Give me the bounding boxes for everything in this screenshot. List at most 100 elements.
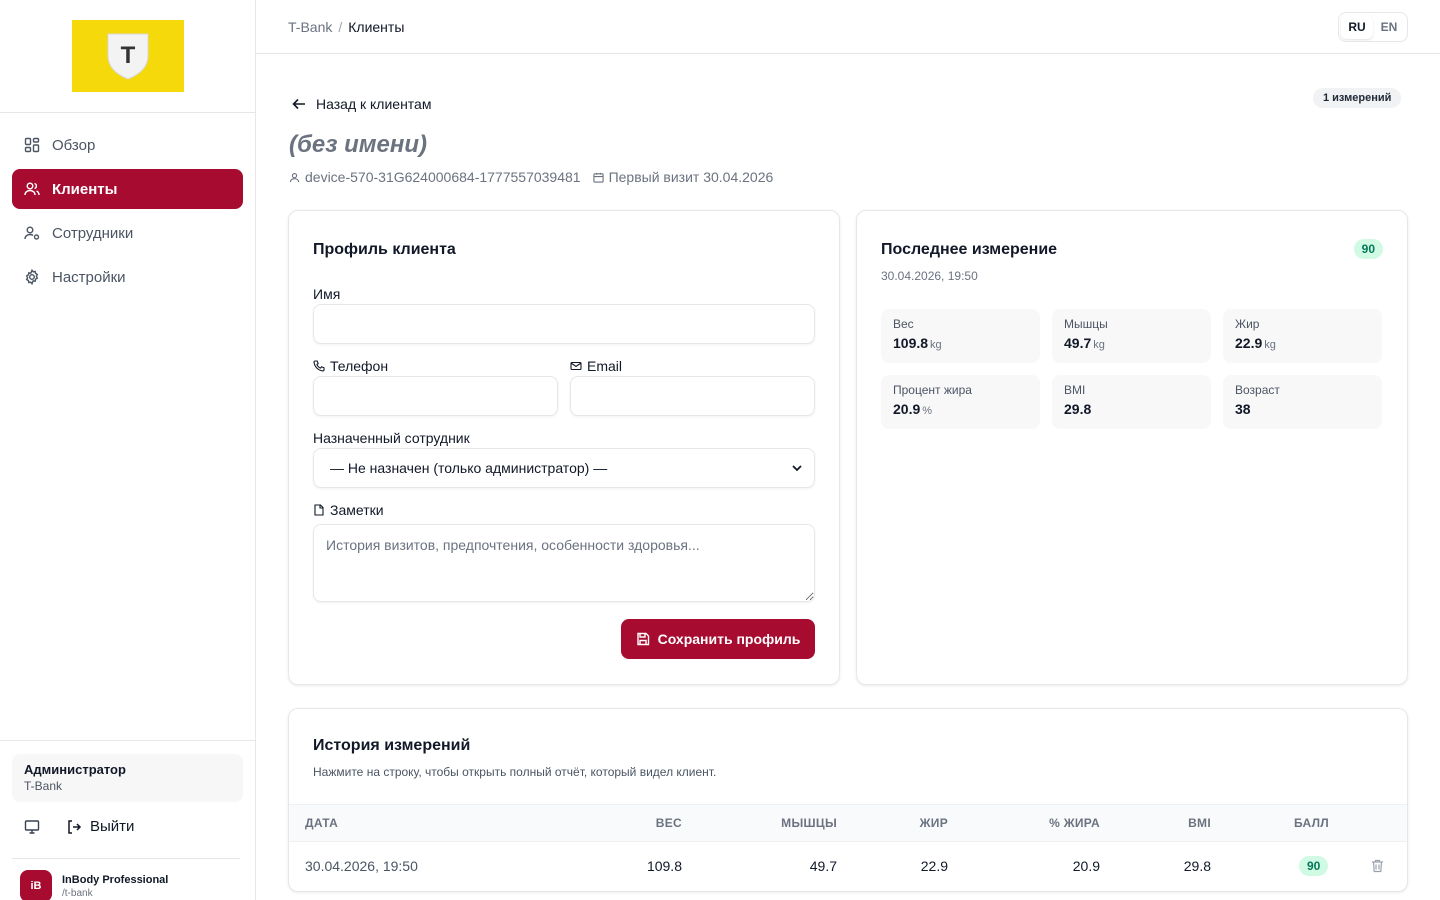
sidebar: T Обзор Клиенты Сотрудники Настройки Адм… — [0, 0, 256, 900]
client-meta: device-570-31G624000684-1777557039481 Пе… — [289, 169, 785, 185]
footer-divider — [12, 858, 240, 859]
metric-weight: Вес 109.8 kg — [881, 309, 1040, 363]
score-badge: 90 — [1299, 856, 1329, 876]
metric-number: 109.8 — [893, 335, 929, 351]
breadcrumb-separator: / — [338, 18, 343, 35]
lang-en-button[interactable]: EN — [1373, 15, 1405, 39]
metric-label: BMI — [1064, 383, 1086, 397]
email-input[interactable] — [570, 376, 815, 416]
profile-card-title: Профиль клиента — [313, 241, 456, 258]
staff-selected-value: — Не назначен (только администратор) — — [330, 460, 608, 476]
device-id-item: device-570-31G624000684-1777557039481 — [289, 169, 581, 185]
metric-unit: kg — [930, 339, 942, 351]
mail-icon — [570, 361, 582, 371]
notes-textarea[interactable] — [313, 524, 815, 602]
metric-bmi: BMI 29.8 — [1052, 375, 1211, 429]
metric-unit: % — [922, 405, 933, 417]
phone-label-text: Телефон — [330, 358, 389, 374]
column-header-weight: ВЕС — [655, 816, 682, 830]
table-row[interactable]: 30.04.2026, 19:50 109.8 49.7 22.9 20.9 2… — [289, 842, 1407, 890]
save-profile-button[interactable]: Сохранить профиль — [621, 619, 815, 659]
measurements-count-badge: 1 измерений — [1313, 88, 1402, 108]
brand-slug: /t-bank — [62, 888, 93, 899]
chevron-down-icon — [792, 464, 802, 471]
sidebar-item-settings[interactable]: Настройки — [12, 257, 243, 297]
table-header: ДАТА ВЕС МЫШЦЫ ЖИР % ЖИРА BMI БАЛЛ — [289, 804, 1407, 842]
column-header-date: ДАТА — [305, 816, 339, 830]
lang-ru-button[interactable]: RU — [1341, 15, 1373, 39]
metric-unit: kg — [1093, 339, 1105, 351]
column-header-fat: ЖИР — [919, 816, 948, 830]
sidebar-divider — [0, 740, 256, 741]
logout-icon — [68, 819, 82, 834]
device-id: device-570-31G624000684-1777557039481 — [305, 169, 581, 185]
calendar-icon — [592, 172, 604, 183]
name-label: Имя — [313, 286, 341, 302]
sidebar-item-overview[interactable]: Обзор — [12, 125, 243, 165]
first-visit: Первый визит 30.04.2026 — [608, 169, 774, 185]
language-switcher: RU EN — [1338, 12, 1408, 42]
admin-org: T-Bank — [24, 779, 63, 793]
column-header-bmi: BMI — [1188, 816, 1211, 830]
metric-number: 38 — [1235, 401, 1251, 417]
monitor-icon[interactable] — [24, 819, 40, 835]
sidebar-item-staff[interactable]: Сотрудники — [12, 213, 243, 253]
phone-icon — [313, 360, 325, 372]
email-label-text: Email — [587, 358, 623, 374]
column-header-score: БАЛЛ — [1294, 816, 1330, 830]
note-icon — [314, 504, 324, 516]
admin-info: Администратор T-Bank — [12, 754, 243, 802]
dashboard-icon — [24, 137, 40, 153]
metric-number: 29.8 — [1064, 401, 1092, 417]
brand-badge: iB — [20, 870, 52, 900]
staff-icon — [24, 225, 40, 241]
sidebar-item-label: Клиенты — [52, 180, 118, 198]
cell-fat: 22.9 — [920, 858, 948, 874]
phone-input[interactable] — [313, 376, 558, 416]
last-measurement-card: Последнее измерение 90 30.04.2026, 19:50… — [856, 210, 1408, 685]
name-input[interactable] — [313, 304, 815, 344]
metric-unit: kg — [1264, 339, 1276, 351]
metric-label: Мышцы — [1064, 317, 1108, 331]
breadcrumb: T-Bank / Клиенты — [288, 19, 404, 35]
back-to-clients-link[interactable]: Назад к клиентам — [292, 96, 431, 112]
column-header-muscle: МЫШЦЫ — [781, 816, 837, 830]
delete-row-button[interactable] — [1371, 842, 1384, 890]
history-title: История измерений — [313, 737, 471, 754]
breadcrumb-root[interactable]: T-Bank — [288, 19, 332, 35]
sidebar-item-clients[interactable]: Клиенты — [12, 169, 243, 209]
users-icon — [24, 181, 40, 197]
metric-label: Вес — [893, 317, 914, 331]
metrics-grid: Вес 109.8 kg Мышцы 49.7 kg Жир 22.9 kg Проц… — [881, 309, 1382, 429]
tbank-logo[interactable]: T — [71, 20, 184, 92]
trash-icon — [1372, 859, 1383, 873]
sidebar-item-label: Настройки — [52, 268, 126, 286]
history-table: ДАТА ВЕС МЫШЦЫ ЖИР % ЖИРА BMI БАЛЛ 30.04… — [289, 804, 1407, 890]
save-profile-label: Сохранить профиль — [657, 631, 801, 647]
staff-select[interactable]: — Не назначен (только администратор) — — [313, 448, 815, 488]
arrow-left-icon — [292, 98, 305, 110]
logout-button[interactable]: Выйти — [66, 818, 134, 835]
sidebar-nav: Обзор Клиенты Сотрудники Настройки — [0, 113, 255, 313]
cell-fat-percent: 20.9 — [1072, 858, 1100, 874]
cell-date: 30.04.2026, 19:50 — [305, 858, 418, 874]
cell-weight: 109.8 — [646, 858, 682, 874]
metric-number: 49.7 — [1064, 335, 1092, 351]
metric-value: 20.9% — [893, 401, 1028, 417]
last-measurement-title: Последнее измерение — [881, 241, 1058, 258]
metric-label: Жир — [1235, 317, 1260, 331]
staff-label: Назначенный сотрудник — [313, 430, 470, 446]
column-header-fat-percent: % ЖИРА — [1049, 816, 1100, 830]
notes-label-text: Заметки — [330, 502, 384, 518]
metric-number: 20.9 — [893, 401, 921, 417]
phone-label: Телефон — [313, 358, 388, 374]
brand-footer: iB InBody Professional /t-bank — [20, 870, 168, 900]
history-card: История измерений Нажмите на строку, что… — [288, 708, 1408, 892]
admin-role: Администратор — [24, 762, 126, 777]
breadcrumb-current: Клиенты — [348, 18, 405, 35]
metric-fat: Жир 22.9 kg — [1223, 309, 1382, 363]
metric-value: 109.8 kg — [893, 335, 1028, 351]
gear-icon — [24, 269, 40, 285]
profile-card: Профиль клиента Имя Телефон Email Назнач… — [288, 210, 840, 685]
cell-muscle: 49.7 — [809, 858, 837, 874]
